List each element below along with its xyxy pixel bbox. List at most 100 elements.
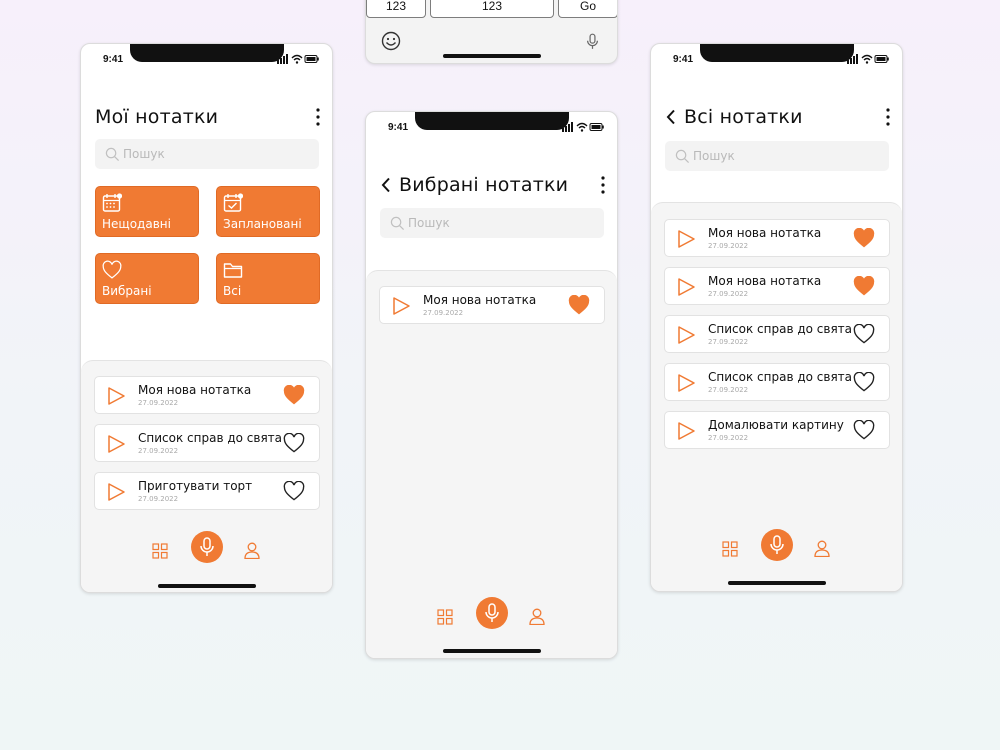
page-title: Вибрані нотатки bbox=[399, 174, 569, 196]
play-icon[interactable] bbox=[676, 229, 696, 249]
category-favorites[interactable]: Вибрані bbox=[95, 253, 199, 304]
heart-filled-icon[interactable] bbox=[853, 276, 875, 296]
page-title: Мої нотатки bbox=[95, 106, 219, 128]
status-time: 9:41 bbox=[673, 54, 694, 65]
play-icon[interactable] bbox=[106, 482, 126, 502]
record-button[interactable] bbox=[476, 597, 508, 629]
note-date: 27.09.2022 bbox=[708, 338, 749, 346]
grid-icon[interactable] bbox=[722, 541, 738, 557]
folder-icon bbox=[223, 260, 243, 280]
note-title: Моя нова нотатка bbox=[423, 293, 537, 307]
user-icon[interactable] bbox=[244, 542, 260, 559]
status-time: 9:41 bbox=[103, 54, 124, 65]
note-date: 27.09.2022 bbox=[708, 386, 749, 394]
search-icon bbox=[675, 149, 690, 164]
play-icon[interactable] bbox=[676, 277, 696, 297]
play-icon[interactable] bbox=[676, 421, 696, 441]
note-date: 27.09.2022 bbox=[138, 495, 179, 503]
list-item[interactable]: Список справ до свята 27.09.2022 bbox=[664, 363, 890, 401]
note-date: 27.09.2022 bbox=[138, 447, 179, 455]
play-icon[interactable] bbox=[106, 434, 126, 454]
note-title: Моя нова нотатка bbox=[708, 274, 822, 288]
user-icon[interactable] bbox=[529, 608, 545, 625]
category-recent[interactable]: Нещодавні bbox=[95, 186, 199, 237]
note-date: 27.09.2022 bbox=[423, 309, 464, 317]
emoji-icon[interactable] bbox=[381, 31, 401, 51]
note-title: Домалювати картину bbox=[708, 418, 844, 432]
more-icon[interactable] bbox=[601, 176, 605, 194]
home-indicator bbox=[443, 54, 541, 58]
bottom-nav bbox=[81, 531, 332, 571]
category-label: Нещодавні bbox=[102, 217, 171, 231]
note-title: Список справ до свята bbox=[138, 431, 283, 445]
heart-icon[interactable] bbox=[853, 372, 875, 392]
dictation-mic-icon[interactable] bbox=[586, 33, 599, 50]
record-button[interactable] bbox=[191, 531, 223, 563]
list-item[interactable]: Моя нова нотатка 27.09.2022 bbox=[94, 376, 320, 414]
search-placeholder: Пошук bbox=[123, 147, 165, 161]
more-icon[interactable] bbox=[316, 108, 320, 126]
heart-icon bbox=[102, 260, 122, 280]
user-icon[interactable] bbox=[814, 540, 830, 557]
header: Мої нотатки bbox=[95, 106, 320, 128]
list-item[interactable]: Домалювати картину 27.09.2022 bbox=[664, 411, 890, 449]
play-icon[interactable] bbox=[391, 296, 411, 316]
home-indicator bbox=[443, 649, 541, 653]
heart-filled-icon[interactable] bbox=[283, 385, 305, 405]
screen-all-notes: 9:41 Всі нотатки Пошук Моя нова нотатка … bbox=[650, 43, 903, 592]
bottom-nav bbox=[366, 597, 617, 637]
calendar-check-icon bbox=[223, 193, 243, 213]
heart-icon[interactable] bbox=[283, 433, 305, 453]
play-icon[interactable] bbox=[106, 386, 126, 406]
mic-icon bbox=[484, 603, 500, 623]
heart-filled-icon[interactable] bbox=[853, 228, 875, 248]
search-placeholder: Пошук bbox=[693, 149, 735, 163]
heart-icon[interactable] bbox=[283, 481, 305, 501]
search-placeholder: Пошук bbox=[408, 216, 450, 230]
play-icon[interactable] bbox=[676, 325, 696, 345]
header: Вибрані нотатки bbox=[380, 174, 605, 196]
keyboard-key-go[interactable]: Go bbox=[558, 0, 617, 18]
heart-icon[interactable] bbox=[853, 420, 875, 440]
list-item[interactable]: Приготувати торт 27.09.2022 bbox=[94, 472, 320, 510]
screen-my-notes: 9:41 Мої нотатки Пошук Нещодавні Заплано… bbox=[80, 43, 333, 593]
list-item[interactable]: Список справ до свята 27.09.2022 bbox=[664, 315, 890, 353]
notes-panel: Моя нова нотатка 27.09.2022 bbox=[366, 270, 617, 658]
heart-icon[interactable] bbox=[853, 324, 875, 344]
status-time: 9:41 bbox=[388, 122, 409, 133]
record-button[interactable] bbox=[761, 529, 793, 561]
keyboard-key-123[interactable]: 123 bbox=[366, 0, 426, 18]
play-icon[interactable] bbox=[676, 373, 696, 393]
notes-panel: Моя нова нотатка 27.09.2022 Моя нова нот… bbox=[651, 202, 902, 591]
screen-favorite-notes: 9:41 Вибрані нотатки Пошук Моя нова нота… bbox=[365, 111, 618, 659]
category-scheduled[interactable]: Заплановані bbox=[216, 186, 320, 237]
note-date: 27.09.2022 bbox=[708, 434, 749, 442]
header: Всі нотатки bbox=[665, 106, 890, 128]
note-title: Список справ до свята bbox=[708, 370, 853, 384]
list-item[interactable]: Моя нова нотатка 27.09.2022 bbox=[379, 286, 605, 324]
more-icon[interactable] bbox=[886, 108, 890, 126]
keyboard-key-123-wide[interactable]: 123 bbox=[430, 0, 554, 18]
notes-panel: Моя нова нотатка 27.09.2022 Список справ… bbox=[81, 360, 332, 592]
note-title: Список справ до свята bbox=[708, 322, 853, 336]
category-all[interactable]: Всі bbox=[216, 253, 320, 304]
back-icon[interactable] bbox=[380, 177, 392, 193]
category-label: Заплановані bbox=[223, 217, 302, 231]
note-title: Моя нова нотатка bbox=[708, 226, 822, 240]
search-input[interactable]: Пошук bbox=[665, 141, 889, 171]
notch bbox=[130, 44, 284, 62]
search-input[interactable]: Пошук bbox=[380, 208, 604, 238]
category-label: Вибрані bbox=[102, 284, 152, 298]
page-title: Всі нотатки bbox=[684, 106, 803, 128]
grid-icon[interactable] bbox=[437, 609, 453, 625]
list-item[interactable]: Список справ до свята 27.09.2022 bbox=[94, 424, 320, 462]
note-date: 27.09.2022 bbox=[708, 290, 749, 298]
status-icons bbox=[847, 54, 889, 64]
list-item[interactable]: Моя нова нотатка 27.09.2022 bbox=[664, 267, 890, 305]
search-input[interactable]: Пошук bbox=[95, 139, 319, 169]
notch bbox=[700, 44, 854, 62]
list-item[interactable]: Моя нова нотатка 27.09.2022 bbox=[664, 219, 890, 257]
grid-icon[interactable] bbox=[152, 543, 168, 559]
back-icon[interactable] bbox=[665, 109, 677, 125]
heart-filled-icon[interactable] bbox=[568, 295, 590, 315]
